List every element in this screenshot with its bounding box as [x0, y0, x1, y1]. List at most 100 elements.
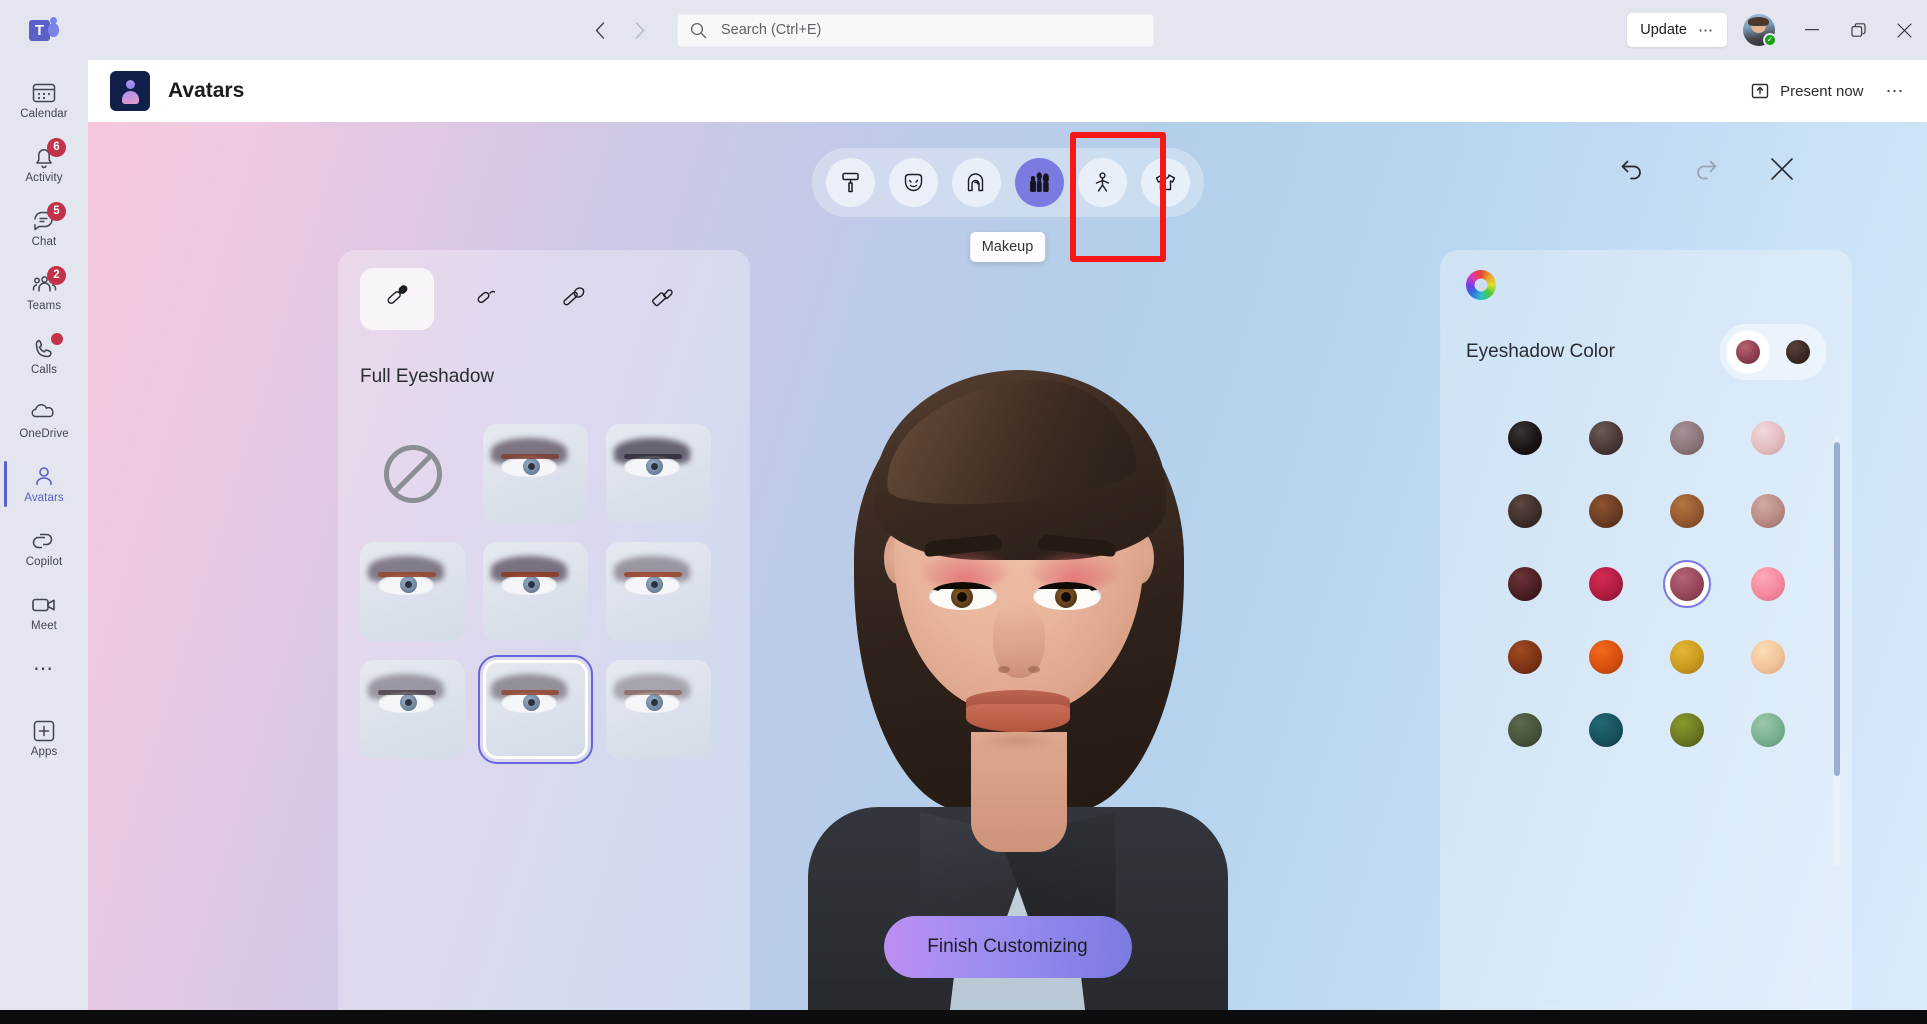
- color-swatch[interactable]: [1665, 708, 1709, 752]
- sidebar-item-activity[interactable]: Activity 6: [0, 132, 88, 196]
- cloud-icon: [30, 400, 58, 426]
- avatars-app-header: Avatars Present now ⋯: [88, 60, 1927, 122]
- color-swatch[interactable]: [1584, 708, 1628, 752]
- teams-logo-icon: T: [29, 17, 59, 44]
- body-icon: [1090, 170, 1115, 195]
- category-face-button[interactable]: [889, 158, 938, 207]
- category-toolbar: [812, 148, 1204, 217]
- ellipsis-icon: ⋯: [33, 656, 55, 681]
- plus-box-icon: [31, 718, 57, 744]
- color-slot-1[interactable]: [1726, 330, 1770, 374]
- search-input[interactable]: Search (Ctrl+E): [677, 14, 1154, 47]
- style-thumb[interactable]: [606, 424, 711, 523]
- sidebar-item-label: Avatars: [24, 492, 63, 504]
- blush-brush-icon: [556, 282, 590, 316]
- category-body-button[interactable]: [1078, 158, 1127, 207]
- color-swatch[interactable]: [1665, 416, 1709, 460]
- color-swatch[interactable]: [1503, 562, 1547, 606]
- color-swatch[interactable]: [1746, 489, 1790, 533]
- stage-actions: [1617, 156, 1795, 182]
- minimize-icon: [1805, 29, 1819, 31]
- category-base-button[interactable]: [826, 158, 875, 207]
- update-button[interactable]: Update ⋯: [1627, 13, 1727, 47]
- minimize-button[interactable]: [1789, 0, 1835, 60]
- close-button[interactable]: [1881, 0, 1927, 60]
- forward-button[interactable]: [623, 13, 657, 47]
- style-thumb[interactable]: [606, 542, 711, 641]
- undo-button[interactable]: [1617, 156, 1645, 182]
- subtab-lipstick[interactable]: [624, 268, 698, 330]
- sidebar-item-onedrive[interactable]: OneDrive: [0, 388, 88, 452]
- style-thumb-none[interactable]: [360, 424, 465, 523]
- scrollbar-thumb[interactable]: [1834, 442, 1840, 776]
- color-swatch[interactable]: [1503, 416, 1547, 460]
- color-swatch[interactable]: [1746, 635, 1790, 679]
- category-hair-button[interactable]: [952, 158, 1001, 207]
- color-swatch[interactable]: [1503, 635, 1547, 679]
- sidebar-more-button[interactable]: ⋯: [33, 644, 55, 692]
- hair-icon: [964, 170, 989, 195]
- sidebar-item-copilot[interactable]: Copilot: [0, 516, 88, 580]
- app-rail: Calendar Activity 6 Chat 5: [0, 60, 88, 1010]
- makeup-tooltip: Makeup: [970, 232, 1046, 262]
- sidebar-item-meet[interactable]: Meet: [0, 580, 88, 644]
- close-customizer-button[interactable]: [1769, 156, 1795, 182]
- present-now-button[interactable]: Present now: [1750, 81, 1863, 101]
- color-slot-swatch: [1786, 340, 1810, 364]
- search-placeholder: Search (Ctrl+E): [721, 22, 821, 38]
- face-icon: [901, 170, 926, 195]
- avatar[interactable]: ✓: [1743, 14, 1775, 46]
- person-icon: [31, 464, 57, 490]
- sidebar-item-chat[interactable]: Chat 5: [0, 196, 88, 260]
- color-swatch[interactable]: [1584, 635, 1628, 679]
- color-wheel-icon[interactable]: [1466, 270, 1496, 300]
- color-swatch[interactable]: [1665, 489, 1709, 533]
- sidebar-item-label: Calls: [31, 364, 57, 376]
- category-makeup-button[interactable]: [1015, 158, 1064, 207]
- color-swatch[interactable]: [1746, 416, 1790, 460]
- sidebar-item-calls[interactable]: Calls: [0, 324, 88, 388]
- style-thumb-selected[interactable]: [483, 660, 588, 759]
- color-swatch[interactable]: [1746, 708, 1790, 752]
- color-slot-2[interactable]: [1776, 330, 1820, 374]
- update-label: Update: [1640, 22, 1687, 38]
- sidebar-item-teams[interactable]: Teams 2: [0, 260, 88, 324]
- sidebar-item-avatars[interactable]: Avatars: [0, 452, 88, 516]
- style-thumb[interactable]: [483, 542, 588, 641]
- undo-icon: [1617, 156, 1645, 182]
- sidebar-item-label: Activity: [25, 172, 62, 184]
- color-swatch[interactable]: [1503, 708, 1547, 752]
- color-swatch[interactable]: [1746, 562, 1790, 606]
- sidebar-item-apps[interactable]: Apps: [0, 706, 88, 770]
- present-now-label: Present now: [1780, 83, 1863, 100]
- subtab-blush[interactable]: [536, 268, 610, 330]
- subtab-eyeliner[interactable]: [448, 268, 522, 330]
- window-controls: [1789, 0, 1927, 60]
- subtab-eyeshadow[interactable]: [360, 268, 434, 330]
- color-swatch[interactable]: [1584, 416, 1628, 460]
- finish-customizing-button[interactable]: Finish Customizing: [884, 916, 1132, 978]
- avatar-preview[interactable]: [688, 252, 1328, 1010]
- color-swatch[interactable]: [1584, 562, 1628, 606]
- color-list-scrollbar[interactable]: [1834, 436, 1840, 866]
- color-slots: [1720, 324, 1826, 380]
- style-thumb[interactable]: [606, 660, 711, 759]
- ellipsis-icon[interactable]: ⋯: [1698, 21, 1714, 39]
- sidebar-item-calendar[interactable]: Calendar: [0, 68, 88, 132]
- redo-button[interactable]: [1693, 156, 1721, 182]
- app-header-more-button[interactable]: ⋯: [1886, 81, 1906, 102]
- style-thumb[interactable]: [483, 424, 588, 523]
- color-swatch[interactable]: [1584, 489, 1628, 533]
- close-icon: [1897, 23, 1912, 38]
- title-bar: T Search (Ctrl+E: [0, 0, 1927, 60]
- color-swatch-selected[interactable]: [1665, 562, 1709, 606]
- calendar-icon: [31, 80, 57, 106]
- category-clothing-button[interactable]: [1141, 158, 1190, 207]
- category-toolbar-wrapper: Makeup: [812, 148, 1204, 217]
- back-button[interactable]: [583, 13, 617, 47]
- maximize-button[interactable]: [1835, 0, 1881, 60]
- style-thumb[interactable]: [360, 542, 465, 641]
- color-swatch[interactable]: [1665, 635, 1709, 679]
- style-thumb[interactable]: [360, 660, 465, 759]
- color-swatch[interactable]: [1503, 489, 1547, 533]
